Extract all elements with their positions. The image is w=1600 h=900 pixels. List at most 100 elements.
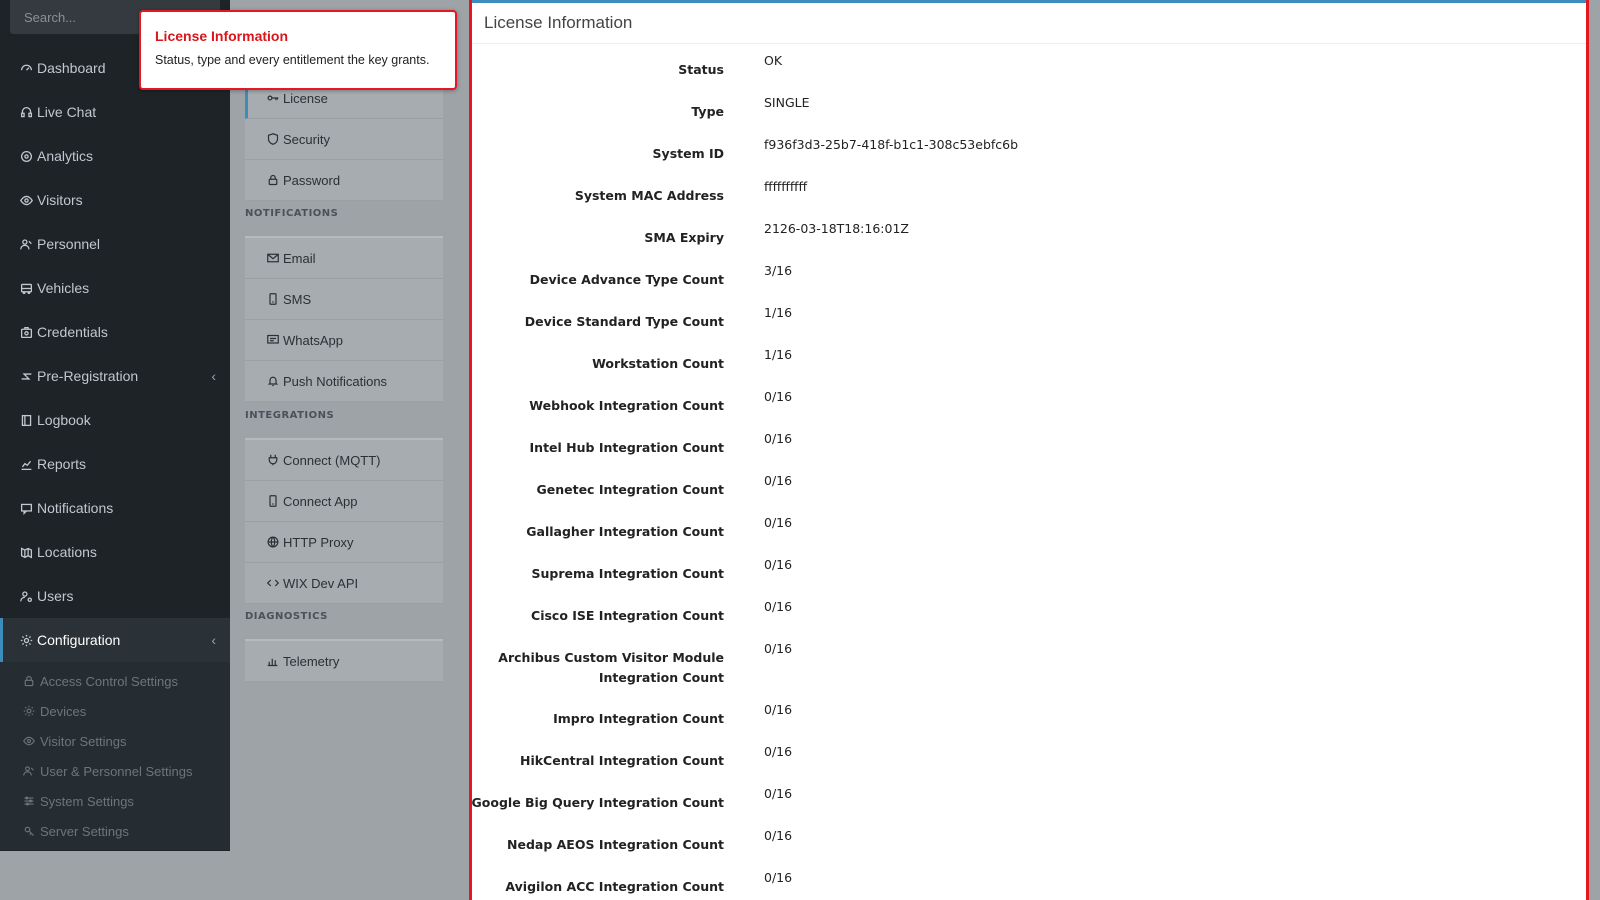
license-field-label: Nedap AEOS Integration Count [507, 837, 724, 852]
settings-item-password[interactable]: Password [245, 160, 443, 201]
license-field-label: Status [678, 62, 724, 77]
license-field-value: 2126-03-18T18:16:01Z [764, 221, 909, 236]
settings-item-push-notifications[interactable]: Push Notifications [245, 361, 443, 402]
settings-item-connect-mqtt[interactable]: Connect (MQTT) [245, 440, 443, 481]
submenu-item-system-settings[interactable]: System Settings [0, 786, 230, 816]
settings-item-sms[interactable]: SMS [245, 279, 443, 320]
license-field-label: Suprema Integration Count [531, 566, 725, 581]
license-field-value: 0/16 [764, 431, 793, 446]
envelope-icon [265, 250, 281, 266]
settings-item-security[interactable]: Security [245, 119, 443, 160]
mobile-icon [265, 493, 281, 509]
settings-item-label: SMS [283, 291, 312, 307]
settings-menu: License Security Password NOTIFICATIONS Emai… [230, 0, 468, 900]
chevron-left-icon: ‹ [211, 368, 216, 384]
card-title: License Information [472, 3, 1586, 44]
tooltip-title: License Information [155, 28, 289, 44]
submenu-item-access-control-settings[interactable]: Access Control Settings [0, 666, 230, 696]
sidebar-item-locations[interactable]: Locations [0, 530, 230, 574]
gear-icon [18, 632, 34, 648]
settings-item-connect-app[interactable]: Connect App [245, 481, 443, 522]
license-field-value: 1/16 [764, 347, 793, 362]
sidebar-item-label: Notifications [37, 500, 114, 516]
settings-item-whatsapp[interactable]: WhatsApp [245, 320, 443, 361]
license-field-value: OK [764, 53, 783, 68]
settings-group-notification: Email SMS WhatsApp Push Notifications [245, 236, 443, 402]
sidebar-item-personnel[interactable]: Personnel [0, 222, 230, 266]
sidebar-item-label: Configuration [37, 632, 121, 648]
tooltip-text: Status, type and every entitlement the k… [155, 53, 430, 67]
server-icon [22, 824, 36, 838]
configuration-submenu: Access Control Settings Devices Visitor Se… [0, 662, 230, 850]
sidebar-item-users[interactable]: Users [0, 574, 230, 618]
sidebar-item-label: Analytics [37, 148, 94, 164]
settings-item-label: Security [283, 131, 330, 147]
license-field-label: Cisco ISE Integration Count [531, 608, 724, 623]
settings-item-telemetry[interactable]: Telemetry [245, 641, 443, 682]
settings-item-label: Password [283, 172, 341, 188]
license-card: License Information Status OK Type SINGLE Sy… [469, 0, 1589, 900]
license-field-label: Google Big Query Integration Count [471, 795, 724, 810]
license-field-value: 0/16 [764, 641, 793, 656]
sidebar-item-label: Vehicles [37, 280, 90, 296]
chevron-left-icon: ‹ [211, 632, 216, 648]
book-icon [18, 412, 34, 428]
sidebar-item-analytics[interactable]: Analytics [0, 134, 230, 178]
license-field-label: Gallagher Integration Count [526, 524, 724, 539]
settings-item-label: WhatsApp [283, 332, 343, 348]
shield-icon [265, 131, 281, 147]
sidebar-item-pre-registration[interactable]: Pre-Registration ‹ [0, 354, 230, 398]
sidebar-item-reports[interactable]: Reports [0, 442, 230, 486]
key-icon [265, 90, 281, 106]
settings-item-label: Telemetry [283, 653, 340, 669]
bus-icon [18, 280, 34, 296]
license-field-label: Impro Integration Count [553, 711, 724, 726]
license-field-value: 0/16 [764, 557, 793, 572]
sidebar-item-configuration[interactable]: Configuration ‹ [0, 618, 230, 662]
sidebar-item-credentials[interactable]: Credentials [0, 310, 230, 354]
sidebar-item-notifications[interactable]: Notifications [0, 486, 230, 530]
license-field-value: f936f3d3-25b7-418f-b1c1-308c53ebfc6b [764, 137, 1019, 152]
license-field-value: 0/16 [764, 515, 793, 530]
sidebar-item-live-chat[interactable]: Live Chat [0, 90, 230, 134]
sidebar-item-logbook[interactable]: Logbook [0, 398, 230, 442]
eye-icon [22, 734, 36, 748]
license-field-value: 0/16 [764, 786, 793, 801]
sidebar-item-vehicles[interactable]: Vehicles [0, 266, 230, 310]
submenu-item-visitor-settings[interactable]: Visitor Settings [0, 726, 230, 756]
users-icon [22, 764, 36, 778]
settings-item-http-proxy[interactable]: HTTP Proxy [245, 522, 443, 563]
license-field-label: Device Advance Type Count [529, 272, 724, 287]
message-icon [265, 332, 281, 348]
settings-item-label: Connect (MQTT) [283, 452, 381, 468]
sliders-icon [22, 794, 36, 808]
license-field-label: Webhook Integration Count [529, 398, 724, 413]
settings-item-wix-dev-api[interactable]: WIX Dev API [245, 563, 443, 604]
id-badge-icon [18, 324, 34, 340]
sidebar-item-visitors[interactable]: Visitors [0, 178, 230, 222]
submenu-item-devices[interactable]: Devices [0, 696, 230, 726]
settings-group-integration: Connect (MQTT) Connect App HTTP Proxy WIX D… [245, 438, 443, 604]
sidebar-item-label: Live Chat [37, 104, 97, 120]
license-field-label: Intel Hub Integration Count [529, 440, 724, 455]
settings-item-email[interactable]: Email [245, 238, 443, 279]
license-field-label: System ID [652, 146, 724, 161]
lock-icon [22, 674, 36, 688]
submenu-item-label: Devices [40, 703, 87, 719]
dashboard-icon [18, 60, 34, 76]
license-field-label: Type [691, 104, 724, 119]
sidebar-item-label: Dashboard [37, 60, 106, 76]
headset-icon [18, 104, 34, 120]
submenu-item-label: System Settings [40, 793, 134, 809]
bell-icon [265, 373, 281, 389]
settings-group-diagnostic: Telemetry [245, 639, 443, 682]
code-icon [265, 575, 281, 591]
license-field-value: 0/16 [764, 599, 793, 614]
submenu-item-user-personnel-settings[interactable]: User & Personnel Settings [0, 756, 230, 786]
eye-icon [18, 192, 34, 208]
user-cog-icon [18, 588, 34, 604]
settings-section-header: INTEGRATIONS [245, 410, 335, 421]
submenu-item-server-settings[interactable]: Server Settings [0, 816, 230, 846]
license-field-value: SINGLE [764, 95, 810, 110]
license-field-value: 0/16 [764, 389, 793, 404]
